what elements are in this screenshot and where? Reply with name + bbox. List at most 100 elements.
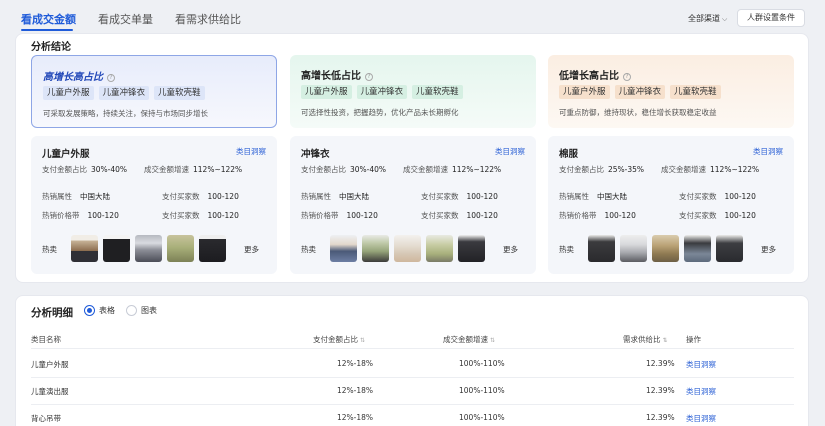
product-thumbnail[interactable] bbox=[716, 235, 743, 262]
product-thumbnails bbox=[588, 235, 743, 262]
product-thumbnail[interactable] bbox=[684, 235, 711, 262]
info-icon[interactable]: ? bbox=[623, 73, 631, 81]
conclusion-title: 分析结论 bbox=[31, 42, 71, 53]
tab-supply-demand-ratio[interactable]: 看需求供给比 bbox=[175, 11, 241, 27]
stat-label: 支付买家数 bbox=[679, 192, 717, 201]
stat-label: 支付买家数 bbox=[162, 211, 200, 220]
stat-value: 中国大陆 bbox=[339, 192, 369, 201]
audience-settings-button[interactable]: 人群设置条件 bbox=[737, 9, 805, 27]
cell-growth: 100%-110% bbox=[459, 359, 505, 368]
payment-share-stat: 支付金额占比 30%-40% bbox=[42, 164, 127, 175]
stat-label: 支付买家数 bbox=[421, 211, 459, 220]
sort-icon[interactable]: ⇅ bbox=[663, 337, 668, 344]
info-icon[interactable]: ? bbox=[107, 74, 115, 82]
product-thumbnail[interactable] bbox=[652, 235, 679, 262]
channel-label: 全部渠道 bbox=[688, 14, 720, 23]
more-link[interactable]: 更多 bbox=[503, 244, 518, 255]
product-thumbnail[interactable] bbox=[71, 235, 98, 262]
category-tag[interactable]: 儿童冲锋衣 bbox=[98, 86, 150, 100]
info-icon[interactable]: ? bbox=[365, 73, 373, 81]
sort-icon[interactable]: ⇅ bbox=[490, 337, 495, 344]
hot-sale-label: 热卖 bbox=[559, 245, 574, 254]
column-header-demand-supply-ratio[interactable]: 需求供给比 ⇅ bbox=[623, 334, 668, 345]
hot-price-band: 热销价格带 100-120 bbox=[559, 210, 636, 221]
buyers-stat: 支付买家数 100-120 bbox=[679, 210, 756, 221]
category-tag[interactable]: 儿童冲锋衣 bbox=[356, 85, 408, 99]
hot-attribute: 热销属性 中国大陆 bbox=[42, 191, 110, 202]
card-title: 冲锋衣 bbox=[301, 149, 330, 160]
category-tag[interactable]: 儿童冲锋衣 bbox=[614, 85, 666, 99]
stat-label: 热销属性 bbox=[559, 192, 589, 201]
stat-value: 30%-40% bbox=[350, 165, 387, 174]
cell-ratio: 12.39% bbox=[646, 386, 675, 395]
cell-payment-share: 12%-18% bbox=[337, 359, 374, 368]
stat-label: 支付买家数 bbox=[679, 211, 717, 220]
sort-icon[interactable]: ⇅ bbox=[360, 337, 365, 344]
summary-card-low-growth-high-share[interactable]: 低增长高占比? 儿童户外服 儿童冲锋衣 儿童软壳鞋 可重点防御，维持现状，稳住增… bbox=[548, 55, 794, 128]
category-tag[interactable]: 儿童软壳鞋 bbox=[670, 85, 721, 99]
product-thumbnails bbox=[330, 235, 485, 262]
summary-title: 高增长高占比? bbox=[43, 68, 115, 83]
channel-dropdown[interactable]: 全部渠道 ⌵ bbox=[688, 13, 727, 24]
stat-value: 100-120 bbox=[604, 211, 636, 220]
cell-ratio: 12.39% bbox=[646, 359, 675, 368]
radio-selected[interactable] bbox=[84, 305, 95, 316]
tab-payment-amount[interactable]: 看成交金额 bbox=[21, 11, 76, 27]
product-thumbnail[interactable] bbox=[362, 235, 389, 262]
stat-value: 100-120 bbox=[207, 211, 239, 220]
stat-label: 支付买家数 bbox=[421, 192, 459, 201]
product-thumbnails bbox=[71, 235, 226, 262]
summary-card-high-growth-high-share[interactable]: 高增长高占比? 儿童户外服 儿童冲锋衣 儿童软壳鞋 可采取发展策略，持续关注，保… bbox=[31, 55, 277, 128]
category-tag[interactable]: 儿童户外服 bbox=[43, 86, 94, 100]
stat-label: 支付买家数 bbox=[162, 192, 200, 201]
radio-unselected[interactable] bbox=[126, 305, 137, 316]
category-tag[interactable]: 儿童户外服 bbox=[301, 85, 352, 99]
view-option-chart[interactable]: 图表 bbox=[126, 305, 157, 316]
stat-value: 112%~122% bbox=[710, 165, 760, 174]
product-thumbnail[interactable] bbox=[103, 235, 130, 262]
category-tag[interactable]: 儿童软壳鞋 bbox=[412, 85, 463, 99]
category-tag[interactable]: 儿童户外服 bbox=[559, 85, 610, 99]
hot-attribute: 热销属性 中国大陆 bbox=[301, 191, 369, 202]
category-insight-link[interactable]: 类目洞察 bbox=[495, 146, 525, 157]
cell-payment-share: 12%-18% bbox=[337, 386, 374, 395]
product-thumbnail[interactable] bbox=[135, 235, 162, 262]
product-thumbnail[interactable] bbox=[588, 235, 615, 262]
category-insight-link[interactable]: 类目洞察 bbox=[236, 146, 266, 157]
product-thumbnail[interactable] bbox=[330, 235, 357, 262]
stat-label: 支付金额占比 bbox=[559, 165, 604, 174]
stat-value: 30%-40% bbox=[91, 165, 128, 174]
stat-value: 112%~122% bbox=[193, 165, 243, 174]
chevron-down-icon: ⌵ bbox=[722, 15, 728, 23]
column-header-category: 类目名称 bbox=[31, 335, 61, 344]
summary-card-high-growth-low-share[interactable]: 高增长低占比? 儿童户外服 儿童冲锋衣 儿童软壳鞋 可选择性投资，把握趋势，优化… bbox=[290, 55, 536, 128]
product-thumbnail[interactable] bbox=[458, 235, 485, 262]
tab-order-count[interactable]: 看成交单量 bbox=[98, 11, 153, 27]
card-title: 儿童户外服 bbox=[42, 149, 90, 160]
category-insight-link[interactable]: 类目洞察 bbox=[686, 359, 716, 370]
category-tag[interactable]: 儿童软壳鞋 bbox=[154, 86, 205, 100]
stat-value: 100-120 bbox=[724, 211, 756, 220]
category-insight-link[interactable]: 类目洞察 bbox=[753, 146, 783, 157]
summary-title: 低增长高占比? bbox=[559, 67, 631, 82]
cell-ratio: 12.39% bbox=[646, 413, 675, 422]
column-header-payment-share[interactable]: 支付金额占比 ⇅ bbox=[313, 334, 365, 345]
payment-share-stat: 支付金额占比 25%-35% bbox=[559, 164, 644, 175]
more-link[interactable]: 更多 bbox=[244, 244, 259, 255]
product-thumbnail[interactable] bbox=[167, 235, 194, 262]
category-insight-link[interactable]: 类目洞察 bbox=[686, 413, 716, 424]
product-thumbnail[interactable] bbox=[394, 235, 421, 262]
category-insight-link[interactable]: 类目洞察 bbox=[686, 386, 716, 397]
summary-title: 高增长低占比? bbox=[301, 67, 373, 82]
product-thumbnail[interactable] bbox=[426, 235, 453, 262]
product-thumbnail[interactable] bbox=[199, 235, 226, 262]
stat-label: 热销价格带 bbox=[301, 211, 339, 220]
product-thumbnail[interactable] bbox=[620, 235, 647, 262]
more-link[interactable]: 更多 bbox=[761, 244, 776, 255]
stat-label: 热销价格带 bbox=[42, 211, 80, 220]
stat-label: 热销价格带 bbox=[559, 211, 597, 220]
view-option-table[interactable]: 表格 bbox=[84, 305, 115, 316]
cell-growth: 100%-110% bbox=[459, 386, 505, 395]
buyers-stat: 支付买家数 100-120 bbox=[162, 191, 239, 202]
column-header-growth[interactable]: 成交金额增速 ⇅ bbox=[443, 334, 495, 345]
